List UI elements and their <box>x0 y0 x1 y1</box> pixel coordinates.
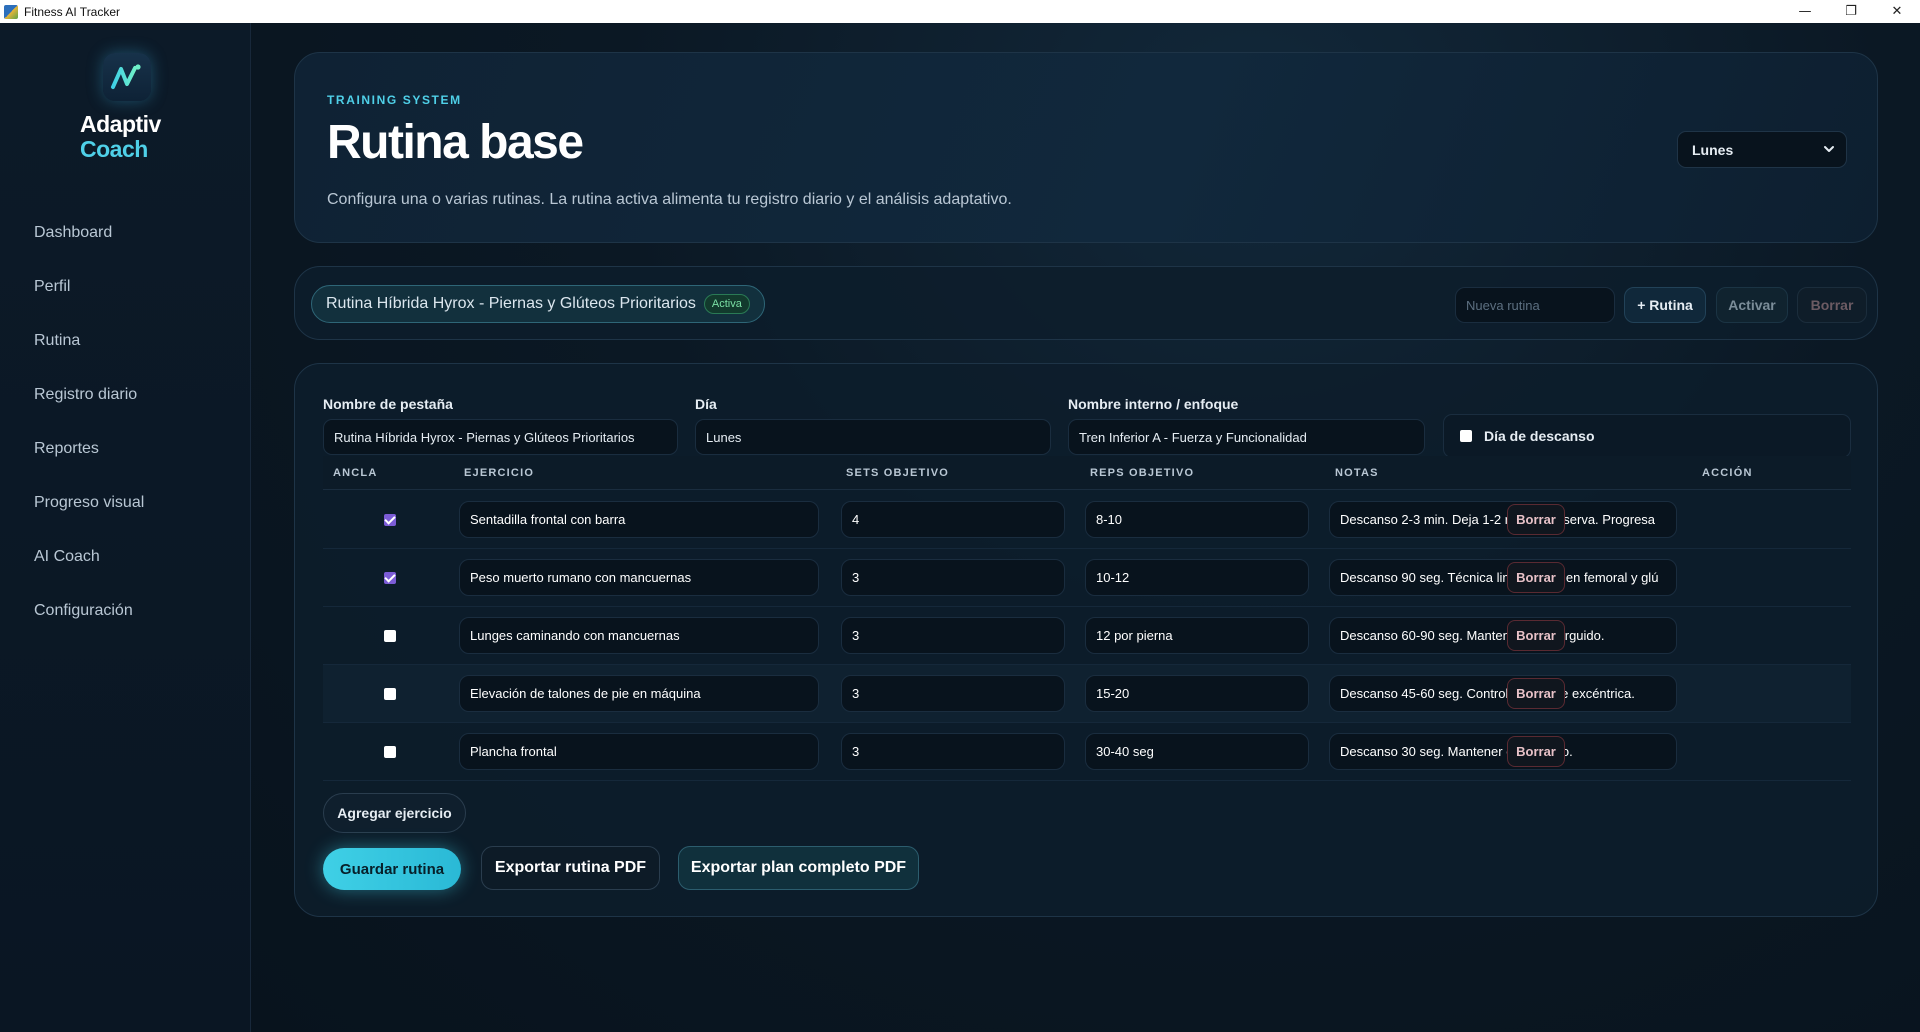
delete-exercise-button[interactable]: Borrar <box>1507 736 1565 767</box>
tab-name-input[interactable]: Rutina Híbrida Hyrox - Piernas y Glúteos… <box>323 419 678 455</box>
maximize-icon[interactable]: ❐ <box>1828 0 1874 23</box>
page-title: Rutina base <box>327 116 584 169</box>
logo-mark-icon <box>103 53 151 101</box>
add-exercise-button[interactable]: Agregar ejercicio <box>323 793 466 833</box>
routine-chip[interactable]: Rutina Híbrida Hyrox - Piernas y Glúteos… <box>311 285 765 323</box>
exercise-input[interactable]: Lunges caminando con mancuernas <box>459 617 819 654</box>
sidebar-item-progreso-visual[interactable]: Progreso visual <box>0 476 251 530</box>
sidebar-item-configuracion[interactable]: Configuración <box>0 584 251 638</box>
sidebar-item-dashboard[interactable]: Dashboard <box>0 206 251 260</box>
day-label: Día <box>695 396 717 412</box>
exercise-input[interactable]: Sentadilla frontal con barra <box>459 501 819 538</box>
chevron-down-icon <box>1824 146 1834 152</box>
delete-routine-button[interactable]: Borrar <box>1797 287 1867 323</box>
col-sets: SETS OBJETIVO <box>846 467 950 479</box>
notes-input[interactable]: Descanso 90 seg. Técnica limpia, foco en… <box>1329 559 1677 596</box>
sidebar-item-rutina[interactable]: Rutina <box>0 314 251 368</box>
reps-input[interactable]: 15-20 <box>1085 675 1309 712</box>
notes-input[interactable]: Descanso 30 seg. Mantener core activo. <box>1329 733 1677 770</box>
reps-input[interactable]: 8-10 <box>1085 501 1309 538</box>
notes-input[interactable]: Descanso 60-90 seg. Mantener torso ergui… <box>1329 617 1677 654</box>
delete-exercise-button[interactable]: Borrar <box>1507 678 1565 709</box>
rest-day-checkbox[interactable] <box>1460 430 1472 442</box>
export-routine-pdf-button[interactable]: Exportar rutina PDF <box>481 846 660 890</box>
window-controls: — ❐ ✕ <box>1782 0 1920 23</box>
rest-day-toggle[interactable]: Día de descanso <box>1443 414 1851 458</box>
activate-routine-button[interactable]: Activar <box>1716 287 1788 323</box>
main-content: TRAINING SYSTEM Rutina base Configura un… <box>251 23 1920 1032</box>
sets-input[interactable]: 3 <box>841 733 1065 770</box>
exercise-table-header: ANCLA EJERCICIO SETS OBJETIVO REPS OBJET… <box>323 456 1851 490</box>
new-routine-input[interactable] <box>1455 287 1615 323</box>
routine-editor: Nombre de pestaña Rutina Híbrida Hyrox -… <box>294 363 1878 917</box>
page-eyebrow: TRAINING SYSTEM <box>327 93 462 107</box>
sidebar-item-perfil[interactable]: Perfil <box>0 260 251 314</box>
reps-input[interactable]: 12 por pierna <box>1085 617 1309 654</box>
anchor-checkbox[interactable] <box>384 746 396 758</box>
routine-chip-label: Rutina Híbrida Hyrox - Piernas y Glúteos… <box>326 295 696 312</box>
day-input[interactable]: Lunes <box>695 419 1051 455</box>
sets-input[interactable]: 4 <box>841 501 1065 538</box>
page-description: Configura una o varias rutinas. La rutin… <box>327 191 1012 208</box>
sets-input[interactable]: 3 <box>841 675 1065 712</box>
col-action: ACCIÓN <box>1702 467 1753 479</box>
col-reps: REPS OBJETIVO <box>1090 467 1195 479</box>
notes-input[interactable]: Descanso 45-60 seg. Control en la fase e… <box>1329 675 1677 712</box>
page-header: TRAINING SYSTEM Rutina base Configura un… <box>294 52 1878 243</box>
anchor-checkbox[interactable] <box>384 630 396 642</box>
table-row: Elevación de talones de pie en máquina 3… <box>323 665 1851 723</box>
table-row: Sentadilla frontal con barra 4 8-10 Desc… <box>323 491 1851 549</box>
save-routine-button[interactable]: Guardar rutina <box>323 848 461 890</box>
col-anchor: ANCLA <box>333 467 378 479</box>
focus-label: Nombre interno / enfoque <box>1068 396 1239 412</box>
day-select-value: Lunes <box>1692 141 1734 158</box>
brand-name: Adaptiv <box>80 111 161 137</box>
tab-name-label: Nombre de pestaña <box>323 396 453 412</box>
exercise-input[interactable]: Plancha frontal <box>459 733 819 770</box>
col-exercise: EJERCICIO <box>464 467 535 479</box>
brand-subname: Coach <box>80 136 148 162</box>
table-row: Lunges caminando con mancuernas 3 12 por… <box>323 607 1851 665</box>
sidebar-item-ai-coach[interactable]: AI Coach <box>0 530 251 584</box>
delete-exercise-button[interactable]: Borrar <box>1507 562 1565 593</box>
rest-day-label: Día de descanso <box>1484 428 1595 444</box>
sidebar: Adaptiv Coach Dashboard Perfil Rutina Re… <box>0 23 251 1032</box>
exercise-input[interactable]: Elevación de talones de pie en máquina <box>459 675 819 712</box>
sidebar-nav: Dashboard Perfil Rutina Registro diario … <box>0 206 251 638</box>
minimize-icon[interactable]: — <box>1782 0 1828 23</box>
focus-input[interactable]: Tren Inferior A - Fuerza y Funcionalidad <box>1068 419 1425 455</box>
table-row: Plancha frontal 3 30-40 seg Descanso 30 … <box>323 723 1851 781</box>
notes-input[interactable]: Descanso 2-3 min. Deja 1-2 reps en reser… <box>1329 501 1677 538</box>
delete-exercise-button[interactable]: Borrar <box>1507 620 1565 651</box>
day-select[interactable]: Lunes <box>1677 131 1847 168</box>
sidebar-item-reportes[interactable]: Reportes <box>0 422 251 476</box>
window-titlebar: Fitness AI Tracker — ❐ ✕ <box>0 0 1920 23</box>
anchor-checkbox[interactable] <box>384 688 396 700</box>
close-icon[interactable]: ✕ <box>1874 0 1920 23</box>
reps-input[interactable]: 10-12 <box>1085 559 1309 596</box>
anchor-checkbox[interactable] <box>384 514 396 526</box>
sets-input[interactable]: 3 <box>841 559 1065 596</box>
anchor-checkbox[interactable] <box>384 572 396 584</box>
exercise-input[interactable]: Peso muerto rumano con mancuernas <box>459 559 819 596</box>
routine-bar: Rutina Híbrida Hyrox - Piernas y Glúteos… <box>294 266 1878 340</box>
status-badge: Activa <box>703 294 750 314</box>
sidebar-item-registro-diario[interactable]: Registro diario <box>0 368 251 422</box>
app-icon <box>4 4 18 19</box>
delete-exercise-button[interactable]: Borrar <box>1507 504 1565 535</box>
sets-input[interactable]: 3 <box>841 617 1065 654</box>
add-routine-button[interactable]: + Rutina <box>1624 287 1706 323</box>
col-notes: NOTAS <box>1335 467 1379 479</box>
export-full-plan-pdf-button[interactable]: Exportar plan completo PDF <box>678 846 919 890</box>
window-title: Fitness AI Tracker <box>24 4 121 19</box>
table-row: Peso muerto rumano con mancuernas 3 10-1… <box>323 549 1851 607</box>
reps-input[interactable]: 30-40 seg <box>1085 733 1309 770</box>
